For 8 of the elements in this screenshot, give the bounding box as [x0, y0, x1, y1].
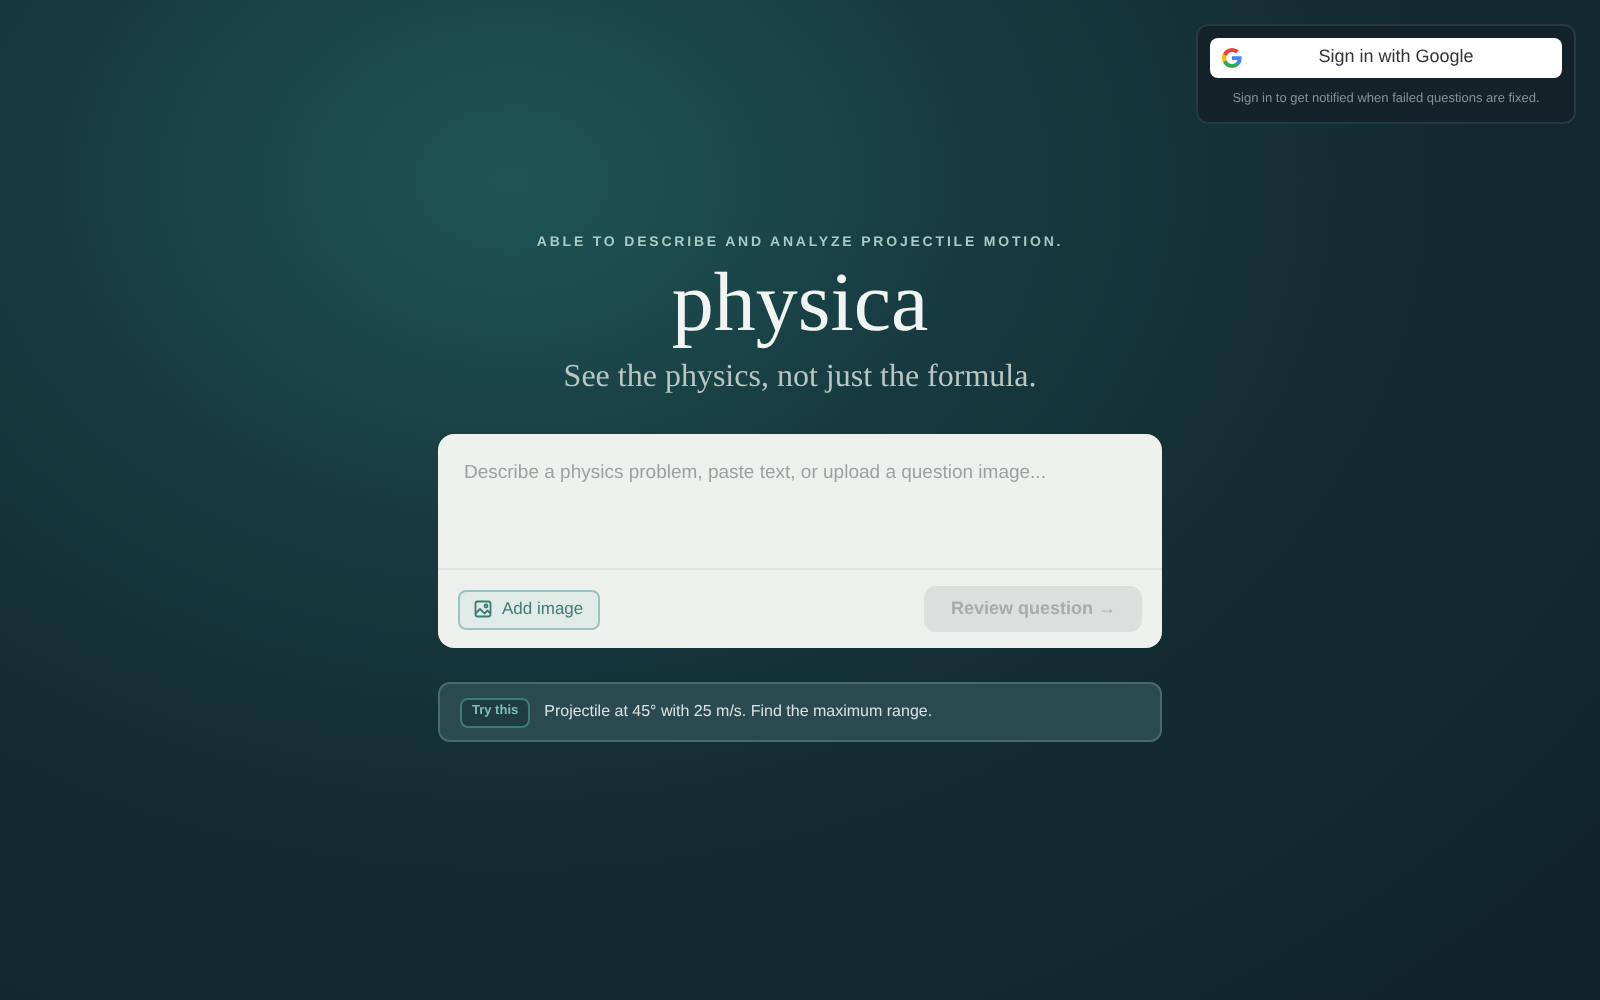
image-icon — [474, 600, 492, 619]
tagline: See the physics, not just the formula. — [563, 358, 1037, 399]
add-image-button[interactable]: Add image — [458, 589, 600, 630]
suggestion-text: Projectile at 45° with 25 m/s. Find the maximum range. — [544, 700, 933, 725]
app-title: physica — [671, 258, 929, 351]
google-logo-icon — [1222, 48, 1242, 68]
google-signin-button[interactable]: Sign in with Google — [1210, 38, 1562, 78]
problem-input-field[interactable]: Describe a physics problem, paste text, or upload a question image... — [438, 434, 1162, 571]
